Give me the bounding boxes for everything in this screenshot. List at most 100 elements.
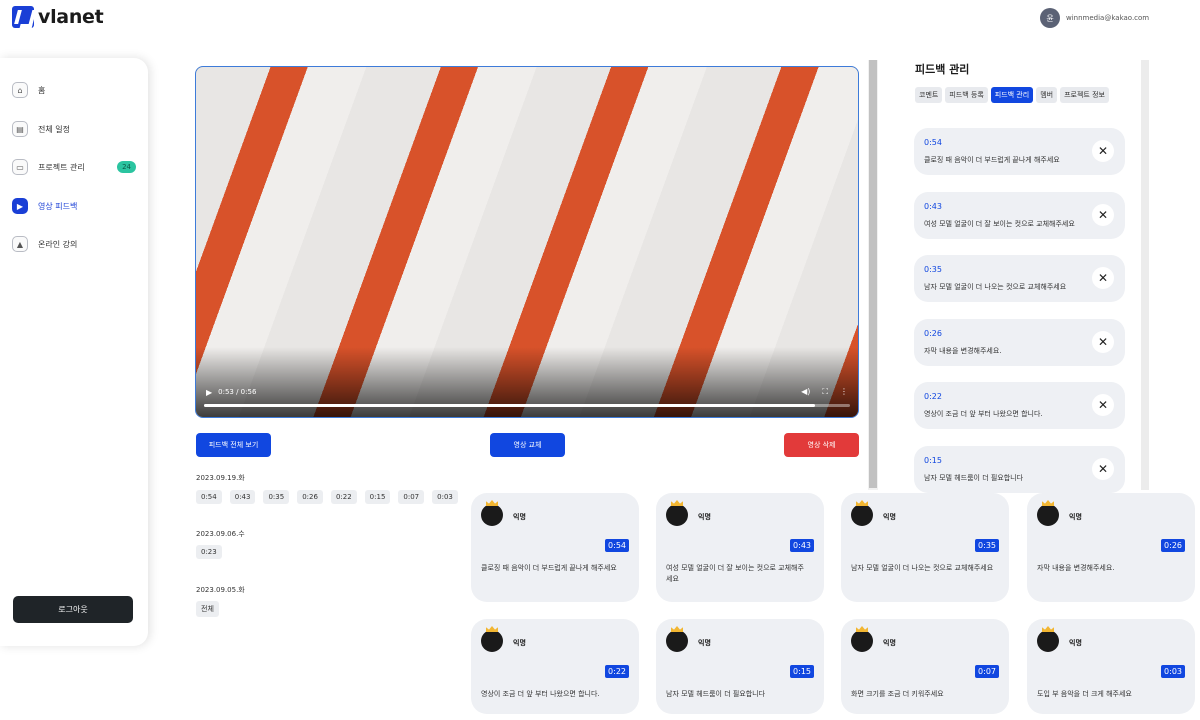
card-author: 익명: [513, 513, 526, 521]
timestamp-chip[interactable]: 0:22: [330, 490, 357, 504]
card-timestamp[interactable]: 0:54: [605, 539, 629, 552]
close-icon[interactable]: ✕: [1092, 330, 1114, 353]
history-date: 2023.09.19.화: [196, 474, 245, 482]
card-timestamp[interactable]: 0:03: [1161, 665, 1185, 678]
card-text: 영상이 조금 더 앞 부터 나왔으면 합니다.: [481, 690, 600, 698]
sidebar-item-online-lecture[interactable]: ▲ 온라인 강의: [12, 234, 136, 254]
feedback-card[interactable]: 익명 0:22 영상이 조금 더 앞 부터 나왔으면 합니다.: [471, 619, 639, 714]
feedback-text: 영상이 조금 더 앞 부터 나왔으면 합니다.: [924, 410, 1043, 418]
close-icon[interactable]: ✕: [1092, 203, 1114, 226]
card-text: 남자 모델 얼굴이 더 나오는 컷으로 교체해주세요: [851, 564, 994, 572]
feedback-timestamp[interactable]: 0:22: [924, 392, 942, 401]
close-icon[interactable]: ✕: [1092, 140, 1114, 162]
card-timestamp[interactable]: 0:35: [975, 539, 999, 552]
timestamp-chip[interactable]: 전체: [196, 601, 219, 617]
feedback-card[interactable]: 익명 0:43 여성 모델 얼굴이 더 잘 보이는 컷으로 교체해주세요: [656, 493, 824, 602]
fullscreen-icon[interactable]: ⛶: [822, 387, 828, 397]
timestamp-chip[interactable]: 0:23: [196, 545, 222, 559]
anonymous-avatar: [1037, 504, 1059, 526]
history-chips: 전체: [196, 601, 219, 617]
timestamp-chip[interactable]: 0:43: [229, 490, 256, 504]
timestamp-chip[interactable]: 0:26: [297, 490, 323, 504]
timestamp-chip[interactable]: 0:07: [398, 490, 425, 504]
feedback-card[interactable]: 익명 0:03 도입 부 음악을 더 크게 해주세요: [1027, 619, 1195, 714]
sidebar-item-home[interactable]: ⌂ 홈: [12, 80, 136, 100]
video-time: 0:53 / 0:56: [218, 388, 257, 396]
card-text: 여성 모델 얼굴이 더 잘 보이는 컷으로 교체해주세요: [666, 564, 804, 583]
close-icon[interactable]: ✕: [1092, 394, 1114, 416]
folder-icon: ▭: [12, 159, 28, 175]
user-menu[interactable]: 윤 winnmedia@kakao.com: [1040, 8, 1149, 28]
volume-icon[interactable]: ◀): [801, 387, 810, 397]
tab-3[interactable]: 멤버: [1036, 87, 1058, 103]
delete-video-button[interactable]: 영상 삭제: [784, 433, 859, 457]
card-timestamp[interactable]: 0:26: [1161, 539, 1185, 552]
logout-button[interactable]: 로그아웃: [13, 596, 133, 623]
timestamp-chip[interactable]: 0:15: [364, 490, 391, 504]
view-all-feedback-button[interactable]: 피드백 전체 보기: [196, 433, 271, 457]
more-icon[interactable]: ⋮: [840, 387, 848, 397]
tab-4[interactable]: 프로젝트 정보: [1060, 87, 1109, 103]
card-timestamp[interactable]: 0:43: [790, 539, 814, 552]
close-icon[interactable]: ✕: [1092, 267, 1114, 289]
content-scrollbar[interactable]: [868, 60, 878, 490]
card-text: 클로징 때 음악이 더 부드럽게 끝나게 해주세요: [481, 564, 617, 572]
feedback-text: 남자 모델 얼굴이 더 나오는 컷으로 교체해주세요: [924, 283, 1067, 291]
sidebar-item-projects[interactable]: ▭ 프로젝트 관리 24: [12, 157, 136, 177]
video-progress-bar[interactable]: [204, 404, 850, 407]
card-timestamp[interactable]: 0:15: [790, 665, 814, 678]
history-date: 2023.09.06.수: [196, 530, 245, 538]
feedback-item[interactable]: 0:54 클로징 때 음악이 더 부드럽게 끝나게 해주세요 ✕: [914, 128, 1125, 175]
feedback-card[interactable]: 익명 0:07 화면 크기를 조금 더 키워주세요: [841, 619, 1009, 714]
user-email: winnmedia@kakao.com: [1066, 14, 1150, 22]
tab-2[interactable]: 피드백 관리: [990, 87, 1034, 103]
feedback-item[interactable]: 0:43 여성 모델 얼굴이 더 잘 보이는 컷으로 교체해주세요 ✕: [914, 191, 1125, 239]
anonymous-avatar: [666, 630, 688, 652]
project-count-badge: 24: [117, 161, 136, 173]
sidebar-item-label: 영상 피드백: [38, 201, 78, 211]
feedback-item[interactable]: 0:26 자막 내용을 변경해주세요. ✕: [914, 318, 1125, 366]
feedback-card[interactable]: 익명 0:54 클로징 때 음악이 더 부드럽게 끝나게 해주세요: [471, 493, 639, 602]
feedback-item[interactable]: 0:22 영상이 조금 더 앞 부터 나왔으면 합니다. ✕: [914, 382, 1125, 429]
feedback-card[interactable]: 익명 0:15 남자 모델 헤드룸이 더 필요합니다: [656, 619, 824, 714]
video-player[interactable]: ▶ 0:53 / 0:56 ◀) ⛶ ⋮: [195, 66, 859, 418]
replace-video-button[interactable]: 영상 교체: [490, 433, 565, 457]
card-text: 화면 크기를 조금 더 키워주세요: [851, 690, 944, 698]
history-chips: 0:23: [196, 545, 222, 559]
card-author: 익명: [698, 513, 711, 521]
feedback-timestamp[interactable]: 0:43: [924, 202, 942, 211]
anonymous-avatar: [666, 504, 688, 526]
feedback-timestamp[interactable]: 0:54: [924, 138, 942, 147]
tab-1[interactable]: 피드백 등록: [945, 87, 988, 103]
card-author: 익명: [513, 639, 526, 647]
feedback-card[interactable]: 익명 0:35 남자 모델 얼굴이 더 나오는 컷으로 교체해주세요: [841, 493, 1009, 602]
timestamp-chip[interactable]: 0:03: [432, 490, 458, 504]
anonymous-avatar: [851, 504, 873, 526]
content-scrollbar-thumb[interactable]: [869, 60, 877, 488]
sidebar-item-schedule[interactable]: ▤ 전체 일정: [12, 119, 136, 139]
avatar: 윤: [1040, 8, 1060, 28]
card-timestamp[interactable]: 0:07: [975, 665, 999, 678]
timestamp-chip[interactable]: 0:35: [263, 490, 290, 504]
sidebar-item-video-feedback[interactable]: ▶ 영상 피드백: [12, 196, 136, 216]
play-icon[interactable]: ▶: [206, 388, 212, 397]
timestamp-chip[interactable]: 0:54: [196, 490, 222, 504]
card-timestamp[interactable]: 0:22: [605, 665, 629, 678]
card-text: 도입 부 음악을 더 크게 해주세요: [1037, 690, 1132, 698]
feedback-text: 클로징 때 음악이 더 부드럽게 끝나게 해주세요: [924, 156, 1060, 164]
feedback-item[interactable]: 0:35 남자 모델 얼굴이 더 나오는 컷으로 교체해주세요 ✕: [914, 255, 1125, 302]
feedback-timestamp[interactable]: 0:35: [924, 265, 942, 274]
feedback-timestamp[interactable]: 0:26: [924, 329, 942, 338]
feedback-timestamp[interactable]: 0:15: [924, 456, 942, 465]
tab-0[interactable]: 코멘트: [915, 87, 943, 103]
sidebar: ⌂ 홈 ▤ 전체 일정 ▭ 프로젝트 관리 24 ▶ 영상 피드백 ▲ 온라인 …: [0, 58, 148, 646]
video-feedback-icon: ▶: [12, 198, 28, 214]
home-icon: ⌂: [12, 82, 28, 98]
feedback-card[interactable]: 익명 0:26 자막 내용을 변경해주세요.: [1027, 493, 1195, 602]
feedback-item[interactable]: 0:15 남자 모델 헤드룸이 더 필요합니다 ✕: [914, 445, 1125, 493]
panel-scrollbar[interactable]: [1141, 60, 1149, 490]
close-icon[interactable]: ✕: [1092, 457, 1114, 480]
anonymous-avatar: [481, 630, 503, 652]
logo[interactable]: vlanet: [12, 6, 104, 28]
history-date: 2023.09.05.화: [196, 586, 245, 594]
